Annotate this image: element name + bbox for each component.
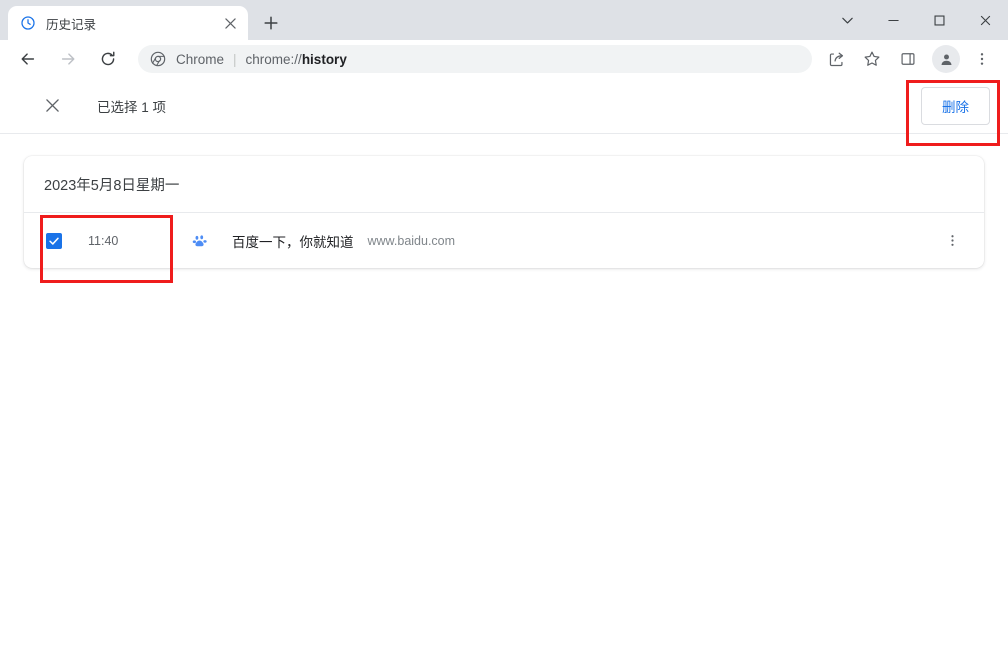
profile-avatar[interactable] xyxy=(932,45,960,73)
tab-search-button[interactable] xyxy=(824,0,870,40)
share-icon[interactable] xyxy=(821,44,851,74)
browser-tab-history[interactable]: 历史记录 xyxy=(8,6,248,40)
side-panel-icon[interactable] xyxy=(893,44,923,74)
back-button[interactable] xyxy=(12,43,44,75)
selection-count-label: 已选择 1 项 xyxy=(97,99,167,115)
omnibox-url: chrome://history xyxy=(246,52,347,67)
history-row-time: 11:40 xyxy=(88,233,119,248)
omnibox-separator: | xyxy=(233,51,237,67)
omnibox-chip-label: Chrome xyxy=(176,51,225,67)
history-date-header: 2023年5月8日星期一 xyxy=(44,177,180,194)
delete-button[interactable]: 删除 xyxy=(921,86,990,125)
omnibox-url-bold: history xyxy=(301,51,347,67)
history-row-checkbox[interactable] xyxy=(46,232,62,249)
close-window-button[interactable] xyxy=(962,0,1008,40)
clear-selection-icon[interactable] xyxy=(36,90,68,122)
history-row-more-icon[interactable] xyxy=(940,229,964,253)
new-tab-button[interactable] xyxy=(257,9,285,37)
history-card: 2023年5月8日星期一 11:40 百度一下，你就知道 www.baidu.c… xyxy=(24,156,984,268)
history-row-title[interactable]: 百度一下，你就知道 xyxy=(232,231,354,251)
browser-window: 历史记录 Chrome | chrome://history 已选择 1 项 删… xyxy=(0,0,1008,657)
forward-button[interactable] xyxy=(52,43,84,75)
address-bar[interactable]: Chrome | chrome://history xyxy=(138,45,812,73)
bookmark-star-icon[interactable] xyxy=(857,44,887,74)
window-controls xyxy=(824,0,1008,40)
tab-title: 历史记录 xyxy=(46,17,97,32)
minimize-button[interactable] xyxy=(870,0,916,40)
browser-toolbar: Chrome | chrome://history xyxy=(0,40,1008,78)
maximize-button[interactable] xyxy=(916,0,962,40)
chrome-menu-icon[interactable] xyxy=(967,44,997,74)
baidu-paw-icon xyxy=(192,233,208,249)
tab-strip: 历史记录 xyxy=(0,0,1008,40)
selection-toolbar: 已选择 1 项 删除 xyxy=(0,78,1008,134)
tab-close-icon[interactable] xyxy=(220,13,240,33)
history-row[interactable]: 11:40 百度一下，你就知道 www.baidu.com xyxy=(24,212,984,268)
reload-button[interactable] xyxy=(92,43,124,75)
history-page: 已选择 1 项 删除 2023年5月8日星期一 11:40 百度一下，你就知道 … xyxy=(0,78,1008,657)
history-row-url: www.baidu.com xyxy=(367,233,456,248)
omnibox-url-prefix: chrome:// xyxy=(245,51,302,67)
chrome-logo-icon xyxy=(150,51,166,67)
history-clock-icon xyxy=(20,15,36,31)
